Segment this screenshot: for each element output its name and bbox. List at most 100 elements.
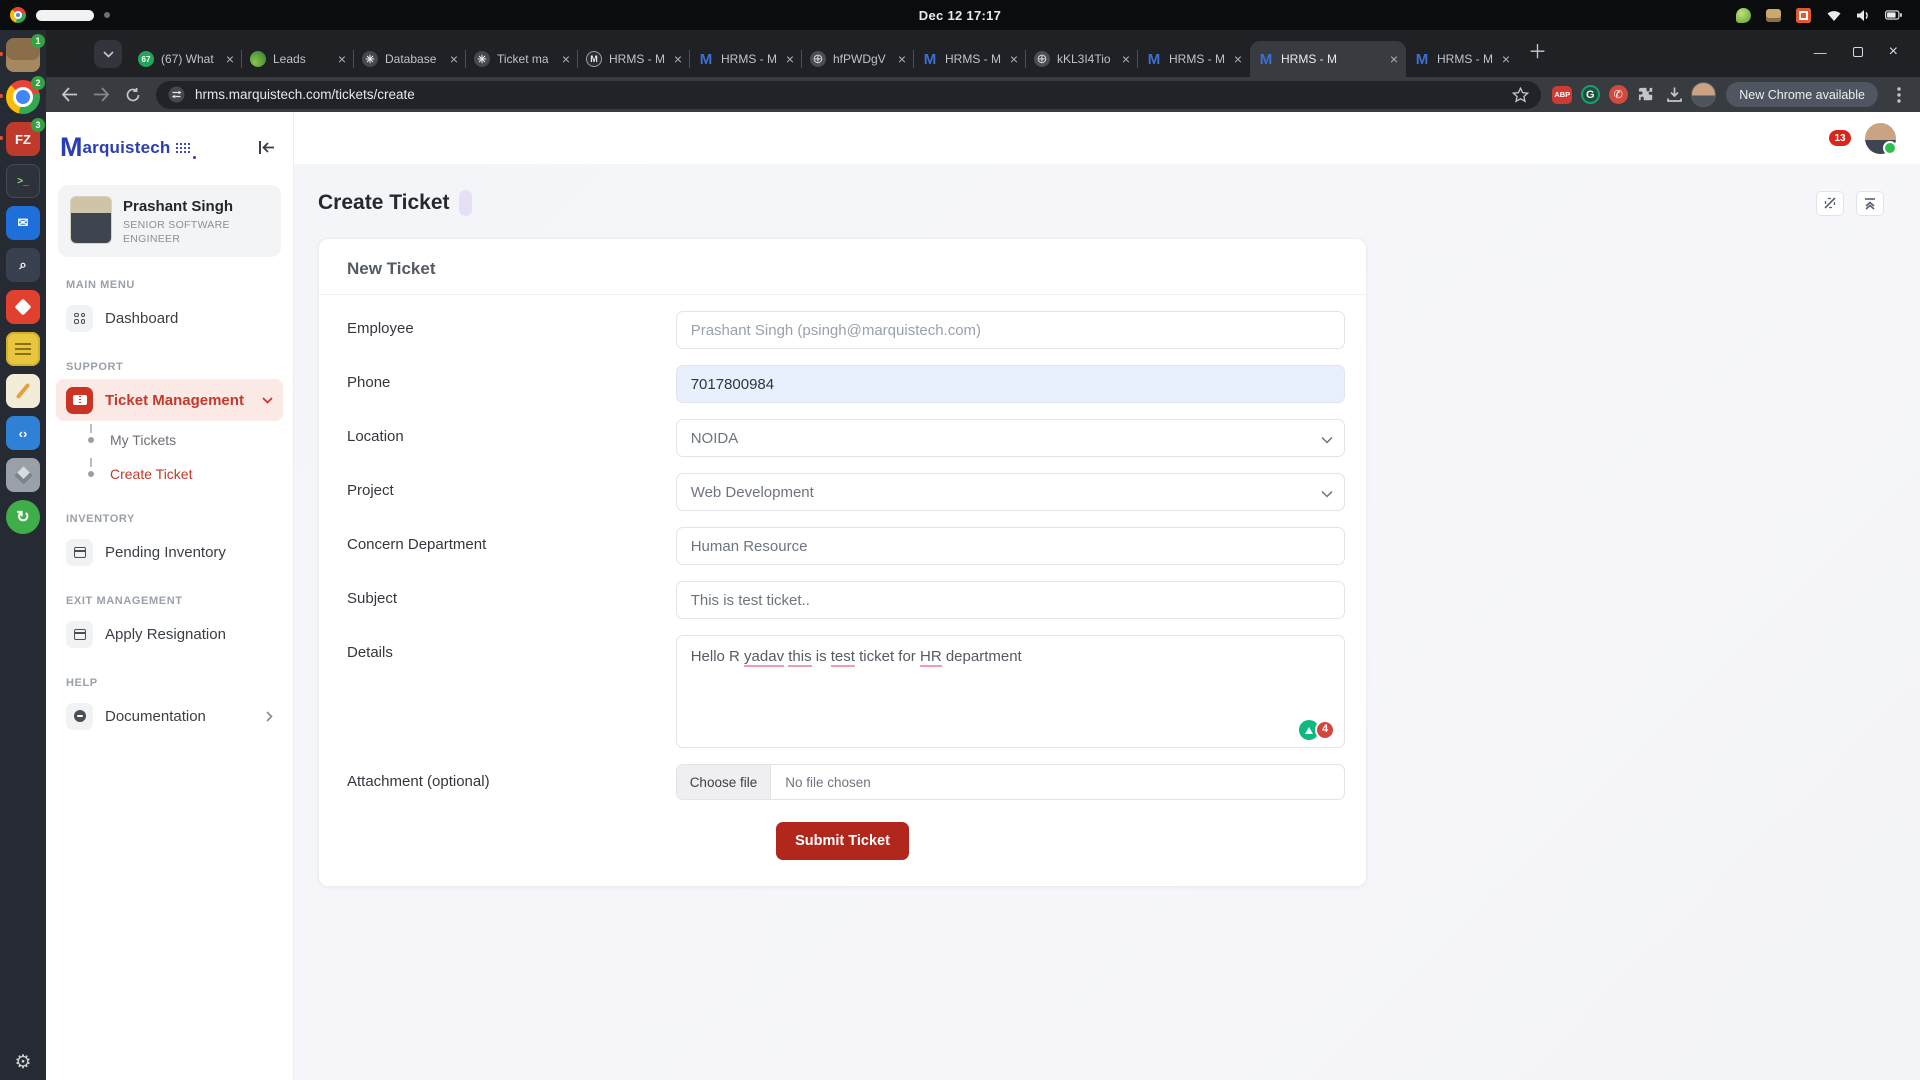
volume-icon[interactable] xyxy=(1855,7,1872,24)
browser-tab[interactable]: M HRMS - M × xyxy=(689,41,802,77)
search-app-icon[interactable]: ⌕ xyxy=(6,248,40,282)
subject-field[interactable]: This is test ticket.. xyxy=(675,581,1345,619)
downloads-icon[interactable] xyxy=(1663,84,1685,106)
vscode-app-icon[interactable]: ‹› xyxy=(6,416,40,450)
tab-close-icon[interactable]: × xyxy=(450,52,458,66)
gecko-icon[interactable] xyxy=(1735,7,1752,24)
location-select[interactable]: NOIDA xyxy=(675,419,1345,457)
documentation-icon xyxy=(66,702,93,730)
tab-close-icon[interactable]: × xyxy=(674,52,682,66)
attachment-label: Attachment (optional) xyxy=(347,773,490,790)
tab-close-icon[interactable]: × xyxy=(786,52,794,66)
close-window-button[interactable]: × xyxy=(1889,43,1898,61)
user-avatar[interactable] xyxy=(1865,122,1897,155)
browser-menu-kebab-icon[interactable] xyxy=(1888,84,1910,106)
browser-tab[interactable]: ✳ Database × xyxy=(353,41,466,77)
browser-tab[interactable]: M HRMS - M × xyxy=(1137,41,1250,77)
browser-tab-active[interactable]: M HRMS - M × xyxy=(1250,41,1406,77)
running-indicator-dot xyxy=(0,94,3,98)
browser-tab[interactable]: ✳ Ticket ma × xyxy=(465,41,578,77)
bookmark-star-icon[interactable] xyxy=(1512,86,1530,103)
profile-card[interactable]: Prashant Singh SENIOR SOFTWARE ENGINEER xyxy=(58,185,281,258)
files-app-icon[interactable]: 1 xyxy=(0,34,45,72)
bullet-icon xyxy=(88,424,94,444)
text-editor-app-icon[interactable] xyxy=(6,374,40,408)
browser-tab[interactable]: ⊕ kKL3I4Tio × xyxy=(1025,41,1138,77)
extensions-puzzle-icon[interactable] xyxy=(1635,84,1657,106)
address-bar[interactable]: hrms.marquistech.com/tickets/create xyxy=(156,80,1542,109)
browser-tab[interactable]: ⊕ hfPWDgV × xyxy=(801,41,914,77)
back-button[interactable] xyxy=(56,82,82,108)
employee-field[interactable]: Prashant Singh (psingh@marquistech.com) xyxy=(675,311,1345,349)
tab-close-icon[interactable]: × xyxy=(898,52,906,66)
sidebar-item-my-tickets[interactable]: My Tickets xyxy=(80,423,293,457)
tab-close-icon[interactable]: × xyxy=(1502,52,1510,66)
updater-app-icon[interactable] xyxy=(6,500,40,534)
tab-strip-tabs: 67 (67) What × Leads × ✳ Database × ✳ Ticket ma × M… xyxy=(130,41,1518,77)
tab-close-icon[interactable]: × xyxy=(338,52,346,66)
attachment-file-input[interactable]: Choose file No file chosen xyxy=(675,764,1345,800)
cube-app-icon[interactable] xyxy=(6,458,40,492)
site-info-icon[interactable] xyxy=(168,86,185,103)
app-header: 13 xyxy=(294,112,1920,164)
project-select[interactable]: Web Development xyxy=(675,473,1345,511)
new-ticket-card: New Ticket Employee Prashant Singh (psin… xyxy=(318,238,1367,887)
tab-close-icon[interactable]: × xyxy=(1390,52,1398,66)
leads-favicon-icon xyxy=(250,51,266,67)
tab-close-icon[interactable]: × xyxy=(1010,52,1018,66)
submit-ticket-button[interactable]: Submit Ticket xyxy=(776,822,909,860)
terminal-app-icon[interactable] xyxy=(6,164,40,198)
collapse-card-button[interactable] xyxy=(1856,190,1884,216)
sidebar-item-create-ticket[interactable]: Create Ticket xyxy=(80,457,293,491)
new-tab-button[interactable]: ＋ xyxy=(1528,37,1547,64)
phone-field[interactable]: 7017800984 xyxy=(675,365,1345,403)
system-clock[interactable]: Dec 12 17:17 xyxy=(300,8,1620,23)
choose-file-button[interactable]: Choose file xyxy=(676,765,772,799)
details-textarea[interactable]: Hello R yadav this is test ticket for HR… xyxy=(675,635,1345,748)
link-toggle-button[interactable] xyxy=(1816,190,1844,216)
chrome-app-icon[interactable]: 2 xyxy=(0,76,45,114)
browser-tab[interactable]: M HRMS - M × xyxy=(1406,41,1518,77)
mail-app-icon[interactable]: ✉ xyxy=(6,206,40,240)
sidebar-item-pending-inventory[interactable]: Pending Inventory xyxy=(56,531,283,573)
sidebar-item-ticket-management[interactable]: Ticket Management xyxy=(56,379,283,422)
tab-close-icon[interactable]: × xyxy=(1234,52,1242,66)
reload-button[interactable] xyxy=(120,82,146,108)
minimize-button[interactable]: — xyxy=(1814,45,1827,60)
adblock-extension-icon[interactable]: ABP xyxy=(1551,84,1573,106)
location-row: Location NOIDA xyxy=(319,419,1366,457)
battery-icon[interactable] xyxy=(1885,7,1902,24)
browser-tab[interactable]: M HRMS - M × xyxy=(577,41,690,77)
sidebar-item-dashboard[interactable]: Dashboard xyxy=(56,297,283,339)
maximize-button[interactable] xyxy=(1852,47,1863,57)
sidebar-item-documentation[interactable]: Documentation xyxy=(56,695,283,737)
browser-tab[interactable]: 67 (67) What × xyxy=(130,41,242,77)
screen-record-icon[interactable] xyxy=(1795,7,1812,24)
notification-badge[interactable]: 13 xyxy=(1829,130,1851,146)
department-field[interactable]: Human Resource xyxy=(675,527,1345,565)
call-extension-icon[interactable]: ✆ xyxy=(1607,84,1629,106)
main-column: 13 Create Ticket New Ticket Employee Pra… xyxy=(294,112,1920,1080)
tab-search-button[interactable] xyxy=(94,40,122,68)
tab-close-icon[interactable]: × xyxy=(562,52,570,66)
tab-title: HRMS - M xyxy=(721,52,777,66)
tab-close-icon[interactable]: × xyxy=(226,52,234,66)
notes-app-icon[interactable] xyxy=(6,332,40,366)
tasks-app-icon[interactable] xyxy=(6,290,40,324)
inventory-box-icon xyxy=(66,538,93,566)
grammarly-suggestion-count[interactable]: 4 xyxy=(1315,720,1335,740)
forward-button[interactable] xyxy=(88,82,114,108)
url-text[interactable]: hrms.marquistech.com/tickets/create xyxy=(195,87,1502,102)
sidebar-item-apply-resignation[interactable]: Apply Resignation xyxy=(56,613,283,655)
settings-gear-icon[interactable]: ⚙ xyxy=(0,1051,46,1074)
wifi-icon[interactable] xyxy=(1825,7,1842,24)
grammarly-extension-icon[interactable]: G xyxy=(1579,84,1601,106)
keyboard-indicator-icon[interactable] xyxy=(1765,7,1782,24)
browser-profile-avatar[interactable] xyxy=(1691,82,1717,107)
chrome-update-chip[interactable]: New Chrome available xyxy=(1726,82,1878,107)
filezilla-app-icon[interactable]: FZ 3 xyxy=(0,118,45,156)
sidebar-collapse-icon[interactable] xyxy=(258,140,275,155)
browser-tab[interactable]: M HRMS - M × xyxy=(913,41,1026,77)
tab-close-icon[interactable]: × xyxy=(1122,52,1130,66)
browser-tab[interactable]: Leads × xyxy=(241,41,354,77)
